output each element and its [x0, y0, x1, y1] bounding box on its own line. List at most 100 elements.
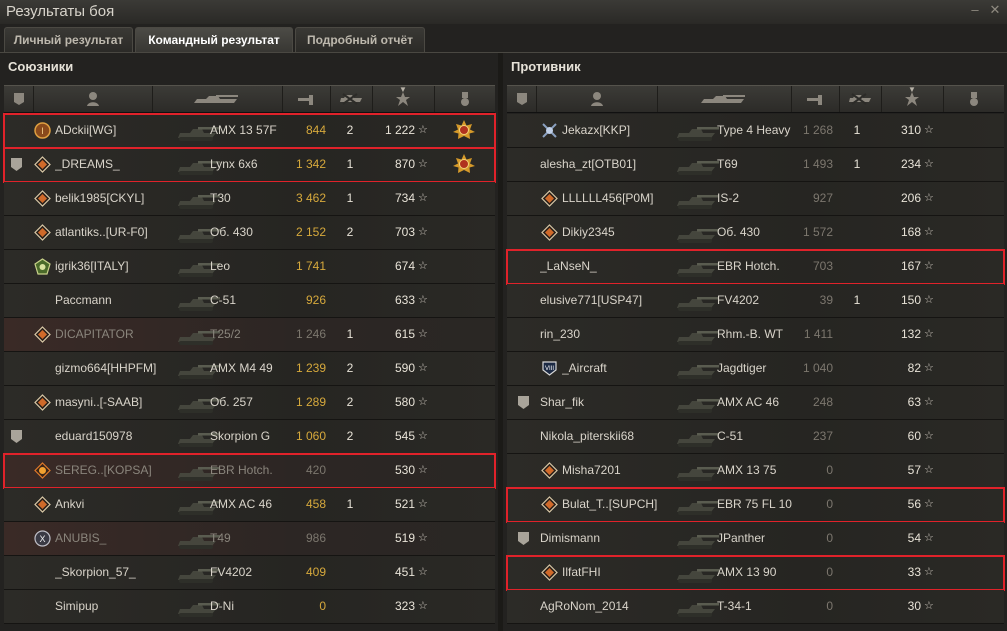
table-row[interactable]: X ANUBIS_ T49 986 519 ☆	[4, 522, 495, 556]
player-name[interactable]: DICAPITATOR	[55, 318, 183, 351]
tab-team-result[interactable]: Командный результат	[135, 27, 293, 52]
table-row[interactable]: I ADckii[WG] AMX 13 57F 844 2 1 222 ☆	[3, 113, 496, 149]
player-name[interactable]: IlfatFHI	[562, 556, 690, 589]
player-name[interactable]: rin_230	[540, 318, 668, 351]
player-name[interactable]: _DREAMS_	[55, 148, 183, 181]
xp-star-icon: ☆	[418, 532, 428, 544]
table-row[interactable]: Bulat_T..[SUPCH] EBR 75 FL 10 0 56 ☆	[506, 487, 1005, 523]
player-name[interactable]: Bulat_T..[SUPCH]	[562, 488, 690, 521]
player-name[interactable]: gizmo664[HHPFM]	[55, 352, 183, 385]
player-name[interactable]: Ankvi	[55, 488, 183, 521]
xp-value: 734	[394, 191, 415, 205]
table-row[interactable]: rin_230 Rhm.-B. WT 1 411 132 ☆	[507, 318, 1004, 352]
table-row[interactable]: elusive771[USP47] FV4202 39 1 150 ☆	[507, 284, 1004, 318]
player-name[interactable]: Nikola_piterskii68	[540, 420, 668, 453]
player-name[interactable]: LLLLLL456[P0M]	[562, 182, 690, 215]
kills-icon[interactable]	[839, 86, 882, 112]
table-row[interactable]: LLLLLL456[P0M] IS-2 927 206 ☆	[507, 182, 1004, 216]
player-name[interactable]: _Aircraft	[562, 352, 690, 385]
table-row[interactable]: alesha_zt[OTB01] T69 1 493 1 234 ☆	[507, 148, 1004, 182]
player-name[interactable]: Misha7201	[562, 454, 690, 487]
table-row[interactable]: DICAPITATOR T25/2 1 246 1 615 ☆	[4, 318, 495, 352]
svg-text:VIII: VIII	[545, 366, 554, 372]
kills-icon[interactable]	[330, 86, 373, 112]
xp-value: 33	[907, 565, 921, 579]
player-name[interactable]: ANUBIS_	[55, 522, 183, 555]
table-row[interactable]: atlantiks..[UR-F0] Об. 430 2 152 2 703 ☆	[4, 216, 495, 250]
xp-star-icon: ☆	[924, 498, 934, 510]
player-name[interactable]: atlantiks..[UR-F0]	[55, 216, 183, 249]
player-icon[interactable]	[33, 86, 153, 112]
tank-name: AMX AC 46	[717, 395, 780, 409]
table-row[interactable]: belik1985[CKYL] T30 3 462 1 734 ☆	[4, 182, 495, 216]
order-medal-icon[interactable]	[453, 153, 475, 175]
player-name[interactable]: SEREG..[KOPSA]	[55, 454, 183, 487]
tank-name: AMX 13 75	[717, 463, 777, 477]
tab-detailed-report[interactable]: Подробный отчёт	[295, 27, 425, 52]
xp-value: 30	[907, 599, 921, 613]
table-row[interactable]: igrik36[ITALY] Leo 1 741 674 ☆	[4, 250, 495, 284]
player-icon[interactable]	[536, 86, 658, 112]
tank-image-icon	[675, 152, 721, 177]
table-row[interactable]: Nikola_piterskii68 C-51 237 60 ☆	[507, 420, 1004, 454]
table-row[interactable]: Ankvi AMX AC 46 458 1 521 ☆	[4, 488, 495, 522]
tank-name: EBR 75 FL 10	[717, 497, 792, 511]
table-row[interactable]: eduard150978 Skorpion G 1 060 2 545 ☆	[4, 420, 495, 454]
player-name[interactable]: _Skorpion_57_	[55, 556, 183, 589]
table-row[interactable]: Misha7201 AMX 13 75 0 57 ☆	[507, 454, 1004, 488]
table-row[interactable]: Shar_fik AMX AC 46 248 63 ☆	[507, 386, 1004, 420]
tank-name: AMX 13 90	[717, 565, 777, 579]
player-name[interactable]: belik1985[CKYL]	[55, 182, 183, 215]
table-row[interactable]: Paccmann C-51 926 633 ☆	[4, 284, 495, 318]
player-name[interactable]: _LaNseN_	[540, 250, 668, 283]
player-name[interactable]: Paccmann	[55, 284, 183, 317]
player-name[interactable]: Simipup	[55, 590, 183, 623]
table-row[interactable]: _LaNseN_ EBR Hotch. 703 167 ☆	[506, 249, 1005, 285]
xp-star-icon[interactable]: ▼	[372, 85, 435, 112]
tank-icon[interactable]	[657, 86, 792, 112]
tank-image-icon	[675, 254, 721, 279]
player-name[interactable]: alesha_zt[OTB01]	[540, 148, 668, 181]
damage-icon[interactable]	[791, 86, 840, 112]
xp-value: 545	[394, 429, 415, 443]
table-row[interactable]: Simipup D-Ni 0 323 ☆	[4, 590, 495, 624]
tab-personal-result[interactable]: Личный результат	[4, 27, 133, 52]
damage-icon[interactable]	[282, 86, 331, 112]
squad-icon[interactable]	[507, 86, 537, 112]
xp-value: 206	[900, 191, 921, 205]
xp-star-icon[interactable]: ▼	[881, 85, 944, 112]
damage-value: 927	[812, 191, 833, 205]
minimize-icon[interactable]: –	[968, 3, 982, 17]
player-name[interactable]: masyni..[-SAAB]	[55, 386, 183, 419]
player-name[interactable]: Shar_fik	[540, 386, 668, 419]
player-name[interactable]: eduard150978	[55, 420, 183, 453]
table-row[interactable]: Jekazx[KKP] Type 4 Heavy 1 268 1 310 ☆	[507, 114, 1004, 148]
table-row[interactable]: _DREAMS_ Lynx 6x6 1 342 1 870 ☆	[3, 147, 496, 183]
table-row[interactable]: gizmo664[HHPFM] AMX M4 49 1 239 2 590 ☆	[4, 352, 495, 386]
player-name[interactable]: ADckii[WG]	[55, 114, 183, 147]
tank-icon[interactable]	[152, 86, 283, 112]
table-row[interactable]: IlfatFHI AMX 13 90 0 33 ☆	[506, 555, 1005, 591]
table-row[interactable]: AgRoNom_2014 T-34-1 0 30 ☆	[507, 590, 1004, 624]
xp-value: 56	[907, 497, 921, 511]
xp-star-icon: ☆	[924, 362, 934, 374]
player-name[interactable]: Dimismann	[540, 522, 668, 555]
medal-icon[interactable]	[434, 86, 495, 112]
squad-icon[interactable]	[4, 86, 34, 112]
table-row[interactable]: SEREG..[KOPSA] EBR Hotch. 420 530 ☆	[3, 453, 496, 489]
table-row[interactable]: masyni..[-SAAB] Об. 257 1 289 2 580 ☆	[4, 386, 495, 420]
player-name[interactable]: Dikiy2345	[562, 216, 690, 249]
close-icon[interactable]: ✕	[988, 3, 1002, 17]
xp-star-icon: ☆	[418, 566, 428, 578]
player-name[interactable]: AgRoNom_2014	[540, 590, 668, 623]
xp-value: 451	[394, 565, 415, 579]
table-row[interactable]: VIII _Aircraft Jagdtiger 1 040 82 ☆	[507, 352, 1004, 386]
player-name[interactable]: igrik36[ITALY]	[55, 250, 183, 283]
player-name[interactable]: Jekazx[KKP]	[562, 114, 690, 147]
order-medal-icon[interactable]	[453, 119, 475, 141]
player-name[interactable]: elusive771[USP47]	[540, 284, 668, 317]
table-row[interactable]: _Skorpion_57_ FV4202 409 451 ☆	[4, 556, 495, 590]
table-row[interactable]: Dimismann JPanther 0 54 ☆	[507, 522, 1004, 556]
medal-icon[interactable]	[943, 86, 1004, 112]
table-row[interactable]: Dikiy2345 Об. 430 1 572 168 ☆	[507, 216, 1004, 250]
